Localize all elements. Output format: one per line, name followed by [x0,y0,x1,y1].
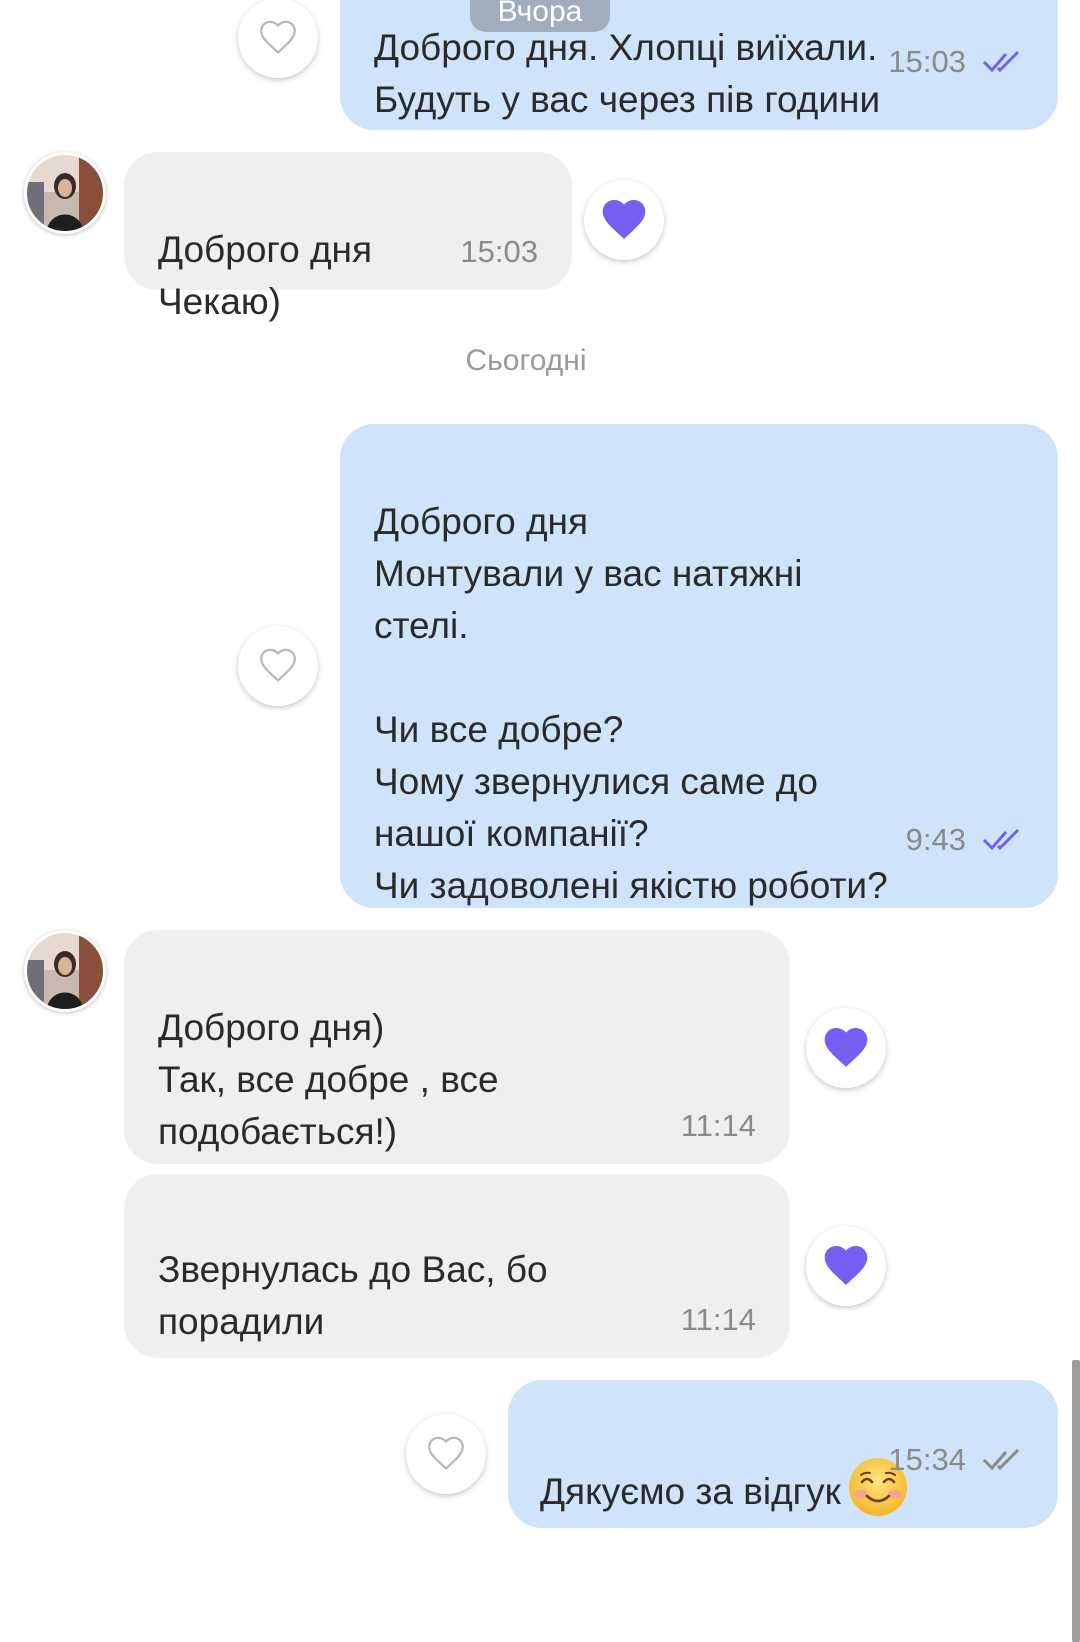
message-meta: 11:14 [681,1108,756,1144]
incoming-message[interactable]: Доброго дня Чекаю) 15:03 [124,152,572,322]
message-time: 15:03 [888,44,966,79]
contact-avatar[interactable] [24,152,106,234]
contact-avatar[interactable] [24,930,106,1012]
heart-outline-icon [257,645,299,688]
message-text: Доброго дня) Так, все добре , все подоба… [158,1007,499,1152]
outgoing-message[interactable]: Доброго дня Монтували у вас натяжні стел… [340,424,1058,908]
message-meta: 11:14 [681,1302,756,1338]
heart-filled-icon [820,1023,872,1074]
double-check-icon [982,14,1024,110]
outgoing-message[interactable]: Доброго дня. Хлопці виїхали. Будуть у ва… [340,0,1058,130]
incoming-message[interactable]: Доброго дня) Так, все добре , все подоба… [124,930,790,1164]
double-check-icon [982,1412,1024,1508]
message-time: 11:14 [680,1302,756,1337]
message-text: Звернулась до Вас, бо порадили [158,1249,548,1342]
message-time: 15:34 [888,1442,966,1477]
message-meta: 15:03 [888,14,1024,110]
scrollbar-thumb[interactable] [1072,1360,1080,1642]
chat-view: Вчора Доброго дня. Хлопці виїхали. Будут… [0,0,1080,1642]
floating-date-badge: Вчора [470,0,610,32]
message-text-content: Дякуємо за відгук [540,1470,841,1512]
heart-outline-icon [257,17,299,60]
message-meta: 15:03 [460,234,538,270]
date-separator: Сьогодні [465,344,587,377]
like-button[interactable] [806,1226,886,1306]
incoming-message[interactable]: Звернулась до Вас, бо порадили 11:14 [124,1174,790,1358]
heart-outline-icon [425,1433,467,1476]
message-meta: 9:43 [906,792,1024,888]
like-button[interactable] [406,1414,486,1494]
message-time: 9:43 [905,822,966,857]
message-time: 15:03 [460,234,538,269]
heart-filled-icon [820,1241,872,1292]
like-button[interactable] [584,180,664,260]
like-button[interactable] [806,1008,886,1088]
message-time: 11:14 [680,1108,756,1143]
heart-filled-icon [598,195,650,246]
message-meta: 15:34 [888,1412,1024,1508]
like-button[interactable] [238,626,318,706]
double-check-icon [982,792,1024,888]
like-button[interactable] [238,0,318,78]
outgoing-message[interactable]: Дякуємо за відгук 15:34 [508,1380,1058,1528]
